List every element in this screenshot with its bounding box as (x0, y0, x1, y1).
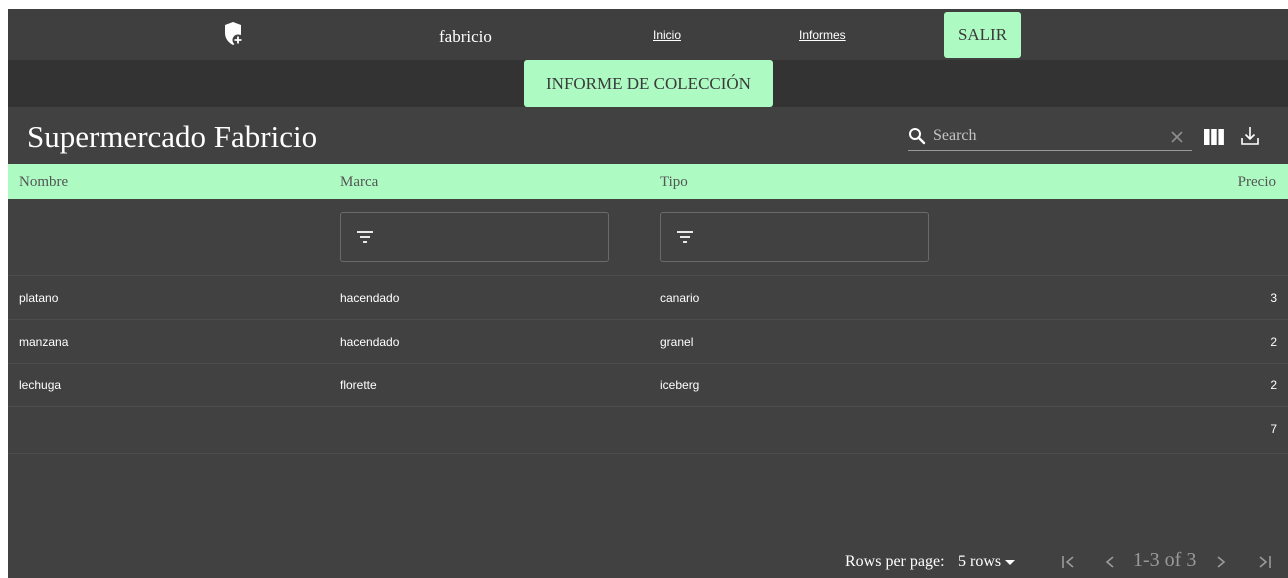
view-columns-icon[interactable] (1204, 129, 1224, 145)
search-input[interactable] (933, 125, 1153, 147)
column-header-marca[interactable]: Marca (340, 174, 378, 191)
column-header-nombre[interactable]: Nombre (19, 174, 68, 191)
logout-button[interactable]: SALIR (944, 12, 1021, 58)
brand-name: fabricio (439, 27, 492, 46)
caret-down-icon (1005, 559, 1016, 565)
report-bar: INFORME DE COLECCIÓN (8, 60, 1288, 107)
shield-plus-icon[interactable] (223, 21, 244, 47)
cell-marca: florette (340, 378, 377, 392)
app-frame: fabricio Inicio Informes SALIR INFORME D… (8, 9, 1288, 578)
previous-page-icon[interactable] (1105, 555, 1115, 569)
rows-per-page-select[interactable]: 5 rows (958, 553, 1016, 571)
download-icon[interactable] (1239, 125, 1261, 147)
cell-nombre: manzana (19, 335, 69, 349)
search-bar (908, 125, 1192, 151)
top-navbar: fabricio Inicio Informes SALIR (8, 9, 1288, 60)
nav-link-informes[interactable]: Informes (799, 28, 846, 42)
column-header-precio[interactable]: Precio (1238, 174, 1276, 191)
nav-link-inicio[interactable]: Inicio (653, 28, 681, 42)
clear-search-icon[interactable] (1170, 130, 1184, 144)
cell-marca: hacendado (340, 335, 400, 349)
cell-nombre: lechuga (19, 378, 62, 392)
products-table: Supermercado Fabricio Search Nombre Marc… (8, 107, 1288, 578)
cell-nombre: platano (19, 291, 59, 305)
table-row[interactable]: 7 (8, 407, 1288, 454)
table-row[interactable]: lechuga florette iceberg 2 (8, 363, 1288, 407)
filter-icon (676, 229, 694, 245)
first-page-icon[interactable] (1061, 555, 1075, 569)
cell-marca: hacendado (340, 291, 400, 305)
cell-precio: 2 (1270, 378, 1277, 392)
collection-report-button[interactable]: INFORME DE COLECCIÓN (524, 60, 773, 107)
column-header-tipo[interactable]: Tipo (660, 174, 688, 191)
next-page-icon[interactable] (1216, 555, 1226, 569)
cell-precio: 7 (1270, 422, 1277, 436)
table-pagination: Rows per page: 5 rows 1-3 of 3 (8, 547, 1288, 578)
filter-icon (356, 229, 374, 245)
cell-tipo: granel (660, 335, 694, 349)
rows-per-page-label: Rows per page: (845, 553, 945, 570)
table-title: Supermercado Fabricio (27, 119, 318, 154)
marca-filter[interactable] (340, 212, 609, 262)
page-range: 1-3 of 3 (1133, 549, 1197, 571)
cell-precio: 3 (1270, 291, 1277, 305)
cell-tipo: canario (660, 291, 700, 305)
cell-precio: 2 (1270, 335, 1277, 349)
table-header: Nombre Marca Tipo Precio (8, 164, 1288, 199)
tipo-filter[interactable] (660, 212, 929, 262)
table-row[interactable]: manzana hacendado granel 2 (8, 320, 1288, 364)
filter-row (8, 199, 1288, 276)
last-page-icon[interactable] (1258, 555, 1272, 569)
rows-per-page-value: 5 rows (958, 553, 1002, 570)
cell-tipo: iceberg (660, 378, 700, 392)
search-icon (908, 127, 926, 145)
table-row[interactable]: platano hacendado canario 3 (8, 276, 1288, 320)
